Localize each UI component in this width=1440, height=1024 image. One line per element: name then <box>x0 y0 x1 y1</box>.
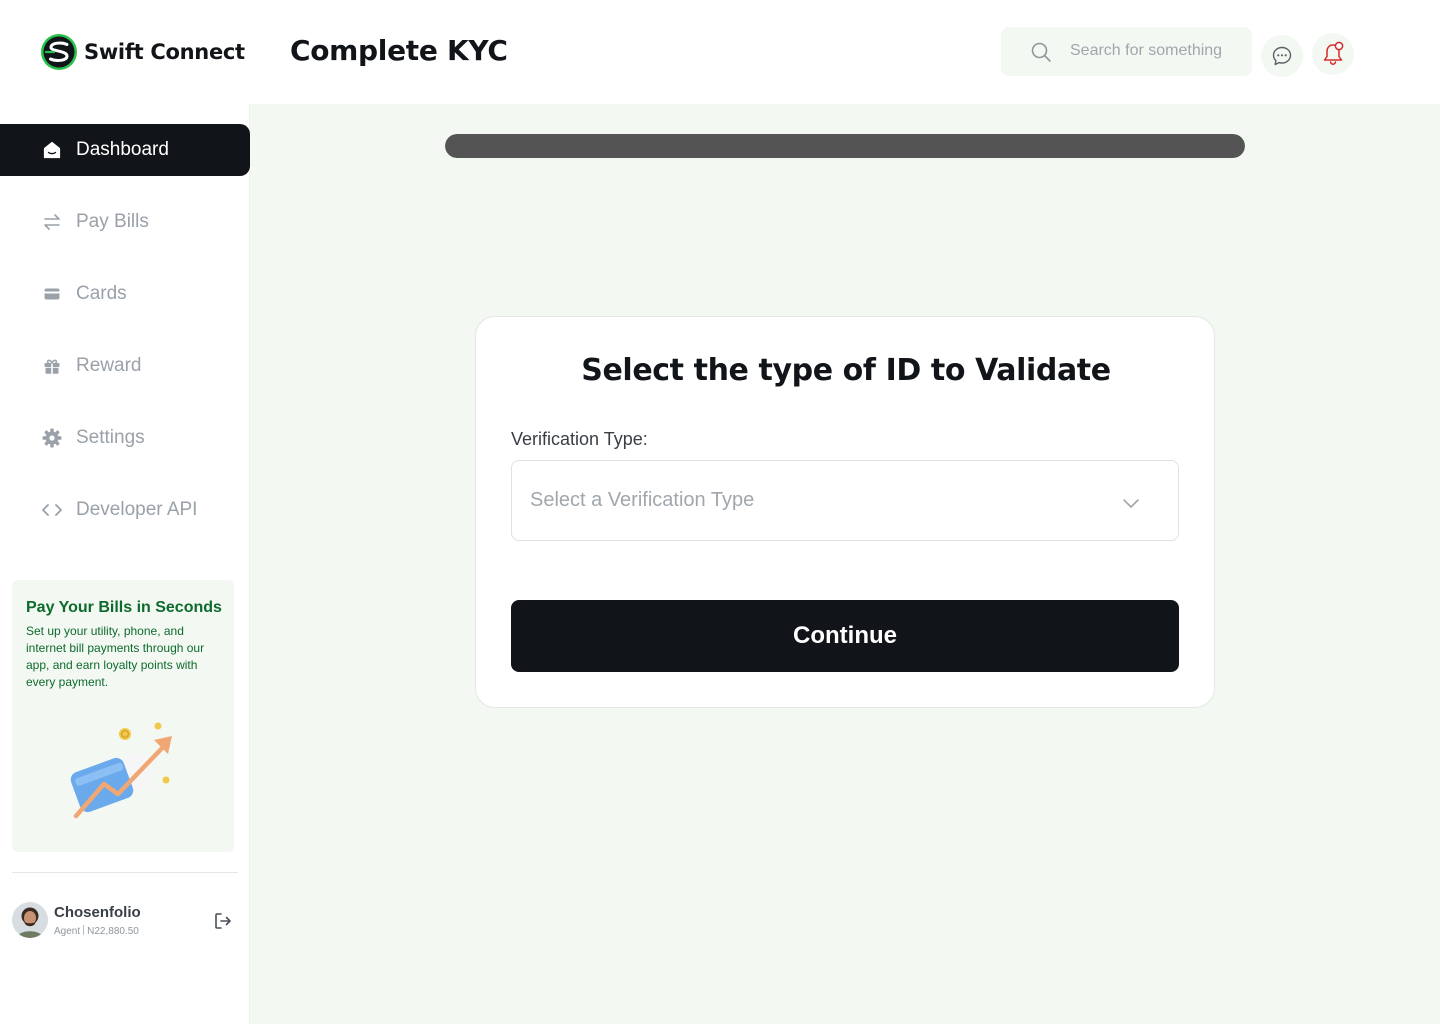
wallet-growth-illustration <box>70 722 172 819</box>
user-balance: N22,880.50 <box>87 926 139 937</box>
card-icon <box>41 283 63 305</box>
sidebar-item-label: Developer API <box>76 499 198 520</box>
swift-connect-logo-icon <box>41 34 77 70</box>
chat-icon <box>1272 46 1292 66</box>
gear-icon <box>41 427 63 449</box>
notification-dot <box>1334 41 1344 51</box>
user-role: Agent <box>54 926 81 937</box>
kyc-card: Select the type of ID to Validate Verifi… <box>475 316 1215 708</box>
sidebar-item-pay-bills[interactable]: Pay Bills <box>0 196 250 248</box>
kyc-card-title: Select the type of ID to Validate <box>581 353 1111 388</box>
bell-icon <box>1323 41 1344 65</box>
home-icon <box>41 139 63 161</box>
main-content: Select the type of ID to Validate Verifi… <box>250 104 1440 1024</box>
promo-title: Pay Your Bills in Seconds <box>26 599 222 616</box>
page-title: Complete KYC <box>290 34 508 67</box>
promo-card: Pay Your Bills in Seconds Set up your ut… <box>12 580 234 852</box>
sidebar: Dashboard Pay Bills Cards Reward Setting… <box>0 104 250 1024</box>
sidebar-item-label: Reward <box>76 355 142 376</box>
brand-logo[interactable]: Swift Connect <box>40 33 245 71</box>
top-header: Swift Connect Complete KYC <box>0 0 1440 104</box>
sidebar-item-cards[interactable]: Cards <box>0 268 250 320</box>
gift-icon <box>41 355 63 377</box>
sidebar-item-label: Dashboard <box>76 139 169 160</box>
promo-text: Set up your utility, phone, and internet… <box>26 624 205 689</box>
verification-type-select[interactable]: Select a Verification Type <box>511 460 1179 541</box>
sidebar-divider <box>12 872 238 873</box>
search-input[interactable] <box>1070 39 1240 63</box>
meta-separator <box>83 925 85 935</box>
user-name: Chosenfolio <box>54 904 141 921</box>
avatar[interactable] <box>12 902 48 938</box>
sidebar-item-developer-api[interactable]: Developer API <box>0 484 250 536</box>
code-icon <box>41 499 63 521</box>
kyc-progress-bar <box>445 134 1245 158</box>
logout-icon[interactable] <box>212 910 234 932</box>
verification-type-label: Verification Type: <box>511 429 648 449</box>
kyc-progress-fill <box>445 134 1245 158</box>
notifications-button[interactable] <box>1312 33 1354 75</box>
brand-name: Swift Connect <box>84 40 245 64</box>
verification-type-placeholder: Select a Verification Type <box>530 489 755 511</box>
user-profile: Chosenfolio Agent N22,880.50 <box>12 902 238 942</box>
user-meta: Agent N22,880.50 <box>54 925 139 937</box>
transfer-arrows-icon <box>41 211 63 233</box>
sidebar-item-reward[interactable]: Reward <box>0 340 250 392</box>
chevron-down-icon <box>1123 499 1139 508</box>
sidebar-item-dashboard[interactable]: Dashboard <box>0 124 250 176</box>
sidebar-item-label: Settings <box>76 427 145 448</box>
sidebar-item-label: Pay Bills <box>76 211 149 232</box>
search-bar[interactable] <box>1001 27 1252 76</box>
sidebar-item-label: Cards <box>76 283 127 304</box>
messages-button[interactable] <box>1261 35 1303 77</box>
continue-button[interactable]: Continue <box>511 600 1179 672</box>
search-icon <box>1031 42 1051 62</box>
sidebar-item-settings[interactable]: Settings <box>0 412 250 464</box>
